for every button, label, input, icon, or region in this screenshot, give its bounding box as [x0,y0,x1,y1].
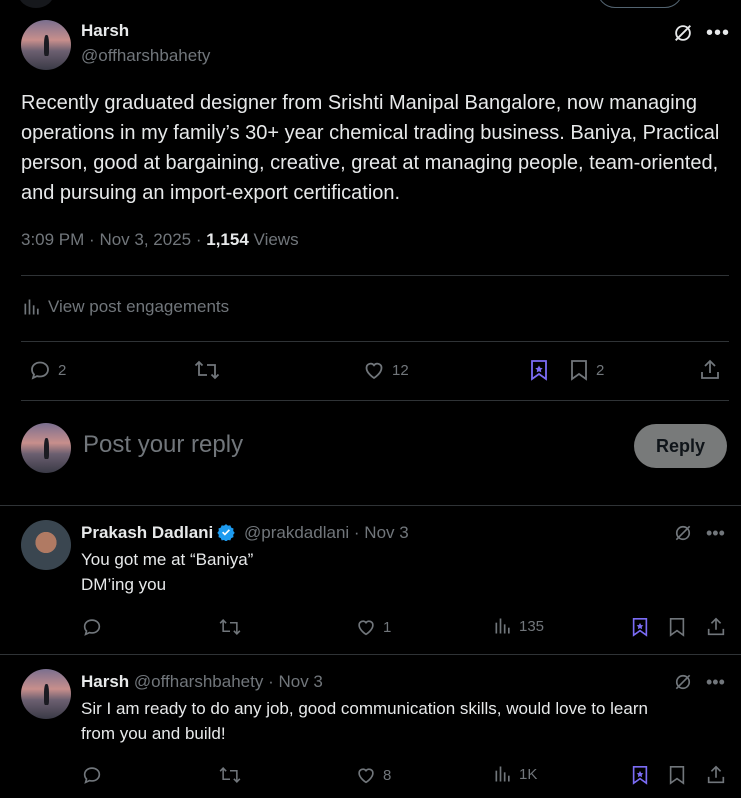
reply-submit-button[interactable]: Reply [634,424,727,468]
like-button[interactable]: 12 [362,358,409,382]
repost-button[interactable] [193,358,221,382]
reply-author-handle[interactable]: @prakdadlani [244,523,349,542]
bookmark-icon [669,618,685,637]
repost-button[interactable] [218,764,242,786]
post-text: Recently graduated designer from Srishti… [21,92,720,204]
bookmark-button[interactable] [667,616,687,638]
reply-button[interactable]: 2 [28,358,66,382]
like-count: 8 [383,766,392,784]
heart-icon [358,620,374,636]
divider [0,654,741,655]
views-label: Views [253,230,299,249]
reply-text-line: You got me at “Baniya” [81,550,254,569]
divider [21,341,729,342]
heart-icon [358,768,374,784]
analytics-icon [495,618,510,634]
reply-date[interactable]: · Nov 3 [268,672,323,691]
reply-icon [31,361,49,380]
share-button[interactable] [705,616,727,638]
divider [21,275,729,276]
like-count: 12 [392,361,409,379]
avatar[interactable] [21,520,71,570]
post-date[interactable]: Nov 3, 2025 [99,230,191,249]
views-button[interactable]: 135 [493,616,544,636]
reply-author-handle[interactable]: @offharshbahety [134,672,263,691]
reply-header: Prakash Dadlani @prakdadlani · Nov 3 [81,523,409,543]
separator-dot: · [89,230,100,249]
views-count: 135 [519,617,545,635]
bookmark-folder-button[interactable] [528,358,550,382]
reply-author-name[interactable]: Prakash Dadlani [81,523,213,542]
analytics-icon [24,299,39,315]
author-handle[interactable]: @offharshbahety [81,46,210,66]
reply-icon [83,619,101,636]
heart-icon [365,362,383,380]
avatar[interactable] [21,669,71,719]
bookmark-folder-button[interactable] [630,616,650,638]
share-button[interactable] [705,764,727,786]
repost-button[interactable] [218,616,242,638]
bookmark-folder-button[interactable] [630,764,650,786]
repost-icon [219,767,241,783]
divider [0,505,741,506]
more-options-icon[interactable]: ••• [706,672,725,693]
bookmark-icon [669,766,685,785]
bookmark-icon [571,360,587,381]
engagements-label: View post engagements [48,297,230,316]
more-options-icon[interactable]: ••• [706,22,730,45]
bookmark-button[interactable] [667,764,687,786]
grok-icon[interactable] [673,523,693,543]
views-count: 1,154 [206,230,249,249]
analytics-icon [495,766,510,782]
share-button[interactable] [698,358,722,382]
reply-button[interactable] [81,616,103,638]
like-button[interactable]: 1 [355,616,391,638]
repost-icon [194,360,220,380]
grok-icon[interactable] [672,22,694,44]
more-options-icon[interactable]: ••• [706,523,725,544]
share-icon [701,359,719,379]
bookmark-count: 2 [596,361,605,379]
reply-button[interactable] [81,764,103,786]
reply-date[interactable]: · Nov 3 [354,523,409,542]
bookmark-folder-icon [632,618,648,637]
reply-text-line: DM’ing you [81,575,167,594]
like-button[interactable]: 8 [355,764,391,786]
share-icon [707,765,725,784]
top-left-partial-button[interactable] [18,0,54,8]
post-meta: 3:09 PM · Nov 3, 2025 · 1,154 Views [21,230,299,250]
grok-icon[interactable] [673,672,693,692]
verified-badge-icon [217,524,235,541]
author-name[interactable]: Harsh [81,21,129,41]
view-engagements-link[interactable]: View post engagements [22,297,229,317]
reply-header: Harsh @offharshbahety · Nov 3 [81,672,323,692]
reply-author-name[interactable]: Harsh [81,672,129,691]
avatar[interactable] [21,423,71,473]
reply-text-line: from you and build! [81,724,226,743]
reply-input[interactable]: Post your reply [83,431,243,459]
repost-icon [219,619,241,635]
reply-icon [83,767,101,784]
separator-dot: · [195,230,207,249]
reply-text-line: Sir I am ready to do any job, good commu… [81,699,648,718]
post-time[interactable]: 3:09 PM [21,230,84,249]
bookmark-folder-icon [632,766,648,785]
views-count: 1K [519,765,538,783]
share-icon [707,617,725,636]
reply-count: 2 [58,361,67,379]
avatar[interactable] [21,20,71,70]
like-count: 1 [383,618,392,636]
views-button[interactable]: 1K [493,764,537,784]
bookmark-button[interactable]: 2 [568,358,604,382]
top-right-partial-button[interactable] [597,0,683,8]
divider [21,400,729,401]
bookmark-folder-icon [531,360,547,381]
